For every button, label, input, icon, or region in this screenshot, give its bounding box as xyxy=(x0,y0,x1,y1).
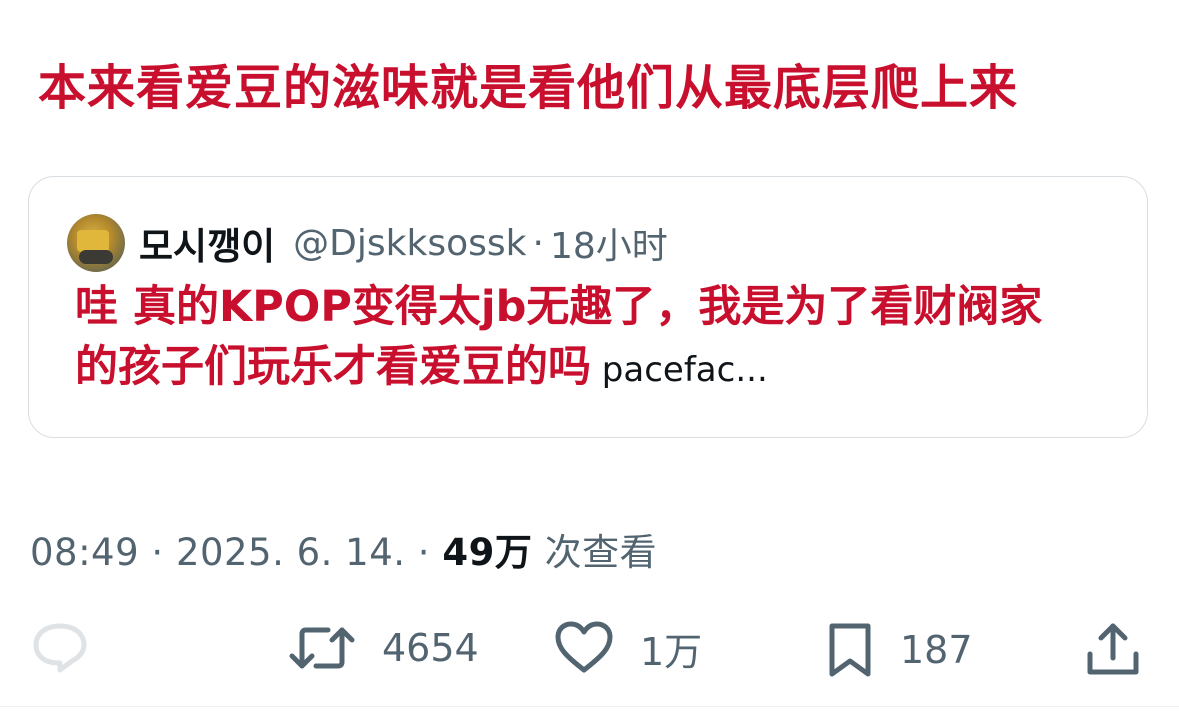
reply-button[interactable] xyxy=(30,620,90,674)
tweet-date[interactable]: 2025. 6. 14. xyxy=(176,531,406,574)
meta-separator-2: · xyxy=(405,531,443,574)
quoted-tweet-card[interactable]: 모시깽이 @Djskksossk · 18小时 哇 真的KPOP变得太jb无趣了… xyxy=(28,176,1148,438)
share-icon xyxy=(1084,620,1142,678)
avatar[interactable] xyxy=(67,214,125,272)
header-separator: · xyxy=(532,222,544,264)
divider xyxy=(0,706,1179,707)
views-label: 次查看 xyxy=(532,531,658,574)
retweet-icon xyxy=(288,620,356,676)
tweet-actions-bar: 4654 1万 187 xyxy=(0,612,1179,692)
quoted-text-line-2-content: 的孩子们玩乐才看爱豆的吗 xyxy=(75,342,591,392)
share-button[interactable] xyxy=(1084,620,1142,678)
quoted-display-name[interactable]: 모시깽이 xyxy=(139,216,275,270)
tweet-meta: 08:49 · 2025. 6. 14. · 49万 次查看 xyxy=(30,522,657,576)
views-count: 49万 xyxy=(442,531,533,574)
bookmark-count: 187 xyxy=(900,628,973,672)
quoted-time[interactable]: 18小时 xyxy=(550,217,668,269)
quoted-tweet-header: 모시깽이 @Djskksossk · 18小时 xyxy=(67,213,668,273)
like-button[interactable]: 1万 xyxy=(554,620,702,676)
retweet-button[interactable]: 4654 xyxy=(288,620,479,676)
quoted-tweet-text: 哇 真的KPOP变得太jb无趣了，我是为了看财阀家 的孩子们玩乐才看爱豆的吗 p… xyxy=(75,277,1135,400)
bookmark-icon xyxy=(826,620,874,680)
like-count: 1万 xyxy=(640,629,703,674)
heart-icon xyxy=(554,620,614,676)
avatar-image-body xyxy=(77,230,109,252)
quoted-text-truncated: pacefac... xyxy=(591,350,768,390)
quoted-text-line-2: 的孩子们玩乐才看爱豆的吗 pacefac... xyxy=(75,337,1135,400)
reply-icon xyxy=(30,620,90,674)
quoted-handle[interactable]: @Djskksossk xyxy=(293,223,526,264)
avatar-image-wheel xyxy=(79,250,113,264)
tweet-text: 本来看爱豆的滋味就是看他们从最底层爬上来 xyxy=(38,60,1019,116)
meta-separator-1: · xyxy=(139,531,176,574)
quoted-text-line-1: 哇 真的KPOP变得太jb无趣了，我是为了看财阀家 xyxy=(75,282,1043,332)
tweet-time[interactable]: 08:49 xyxy=(30,531,139,574)
bookmark-button[interactable]: 187 xyxy=(826,620,973,680)
retweet-count: 4654 xyxy=(382,626,479,670)
